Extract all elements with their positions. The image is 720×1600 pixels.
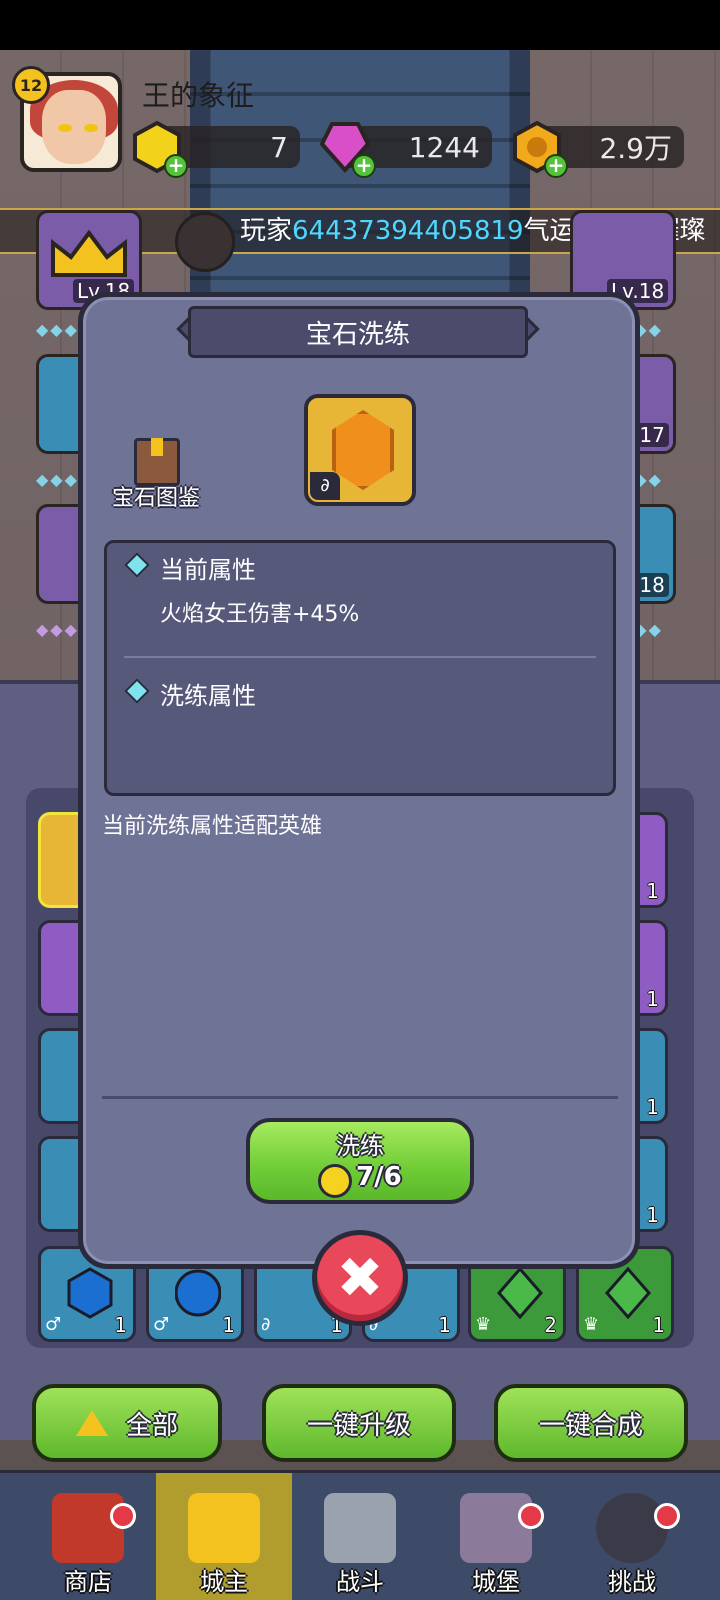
current-attr-title: 当前属性 (160, 556, 256, 584)
close-icon: ✖ (336, 1245, 384, 1311)
add-coin-icon[interactable]: + (544, 154, 568, 178)
close-button[interactable]: ✖ (312, 1230, 408, 1326)
notification-dot (518, 1503, 544, 1529)
avatar-eye (84, 124, 98, 132)
gem-count: 2 (544, 1313, 557, 1337)
gem-count: 1 (438, 1313, 451, 1337)
nav-shop[interactable]: 商店 (20, 1473, 156, 1600)
star-diamonds: ◆◆◆ (36, 470, 79, 489)
filter-all-label: 全部 (125, 1410, 178, 1441)
refine-cost: 7/6 (356, 1162, 402, 1192)
nav-castle[interactable]: 城堡 (428, 1473, 564, 1600)
current-attr-value: 火焰女王伤害+45% (160, 602, 360, 627)
filter-all-button[interactable]: 全部 (32, 1384, 222, 1462)
add-pink-gem-icon[interactable]: + (352, 154, 376, 178)
nav-label: 挑战 (608, 1568, 656, 1596)
coin-icon[interactable]: + (510, 120, 568, 178)
orange-gem-icon (332, 410, 394, 490)
gem-count: 1 (646, 879, 659, 903)
gem-count: 1 (652, 1313, 665, 1337)
nav-label: 城主 (200, 1568, 248, 1596)
adapt-hero-text: 当前洗练属性适配英雄 (102, 814, 323, 839)
refine-currency-icon (318, 1164, 352, 1198)
nav-challenge[interactable]: 挑战 (564, 1473, 700, 1600)
gem-type-symbol: ♛ (475, 1314, 492, 1335)
gem-codex-label[interactable]: 宝石图鉴 (112, 480, 200, 512)
nav-lord[interactable]: 城主 (156, 1473, 292, 1600)
selected-gem-slot[interactable]: ∂ (304, 394, 416, 506)
gem-type-symbol: ♛ (583, 1314, 600, 1335)
gem-type-symbol: ∂ (261, 1314, 271, 1335)
crown-icon (188, 1493, 260, 1563)
gold-gem-icon[interactable]: + (130, 120, 188, 178)
gem-codex-icon[interactable] (134, 438, 180, 486)
ticker-player-id: 64437394405819 (292, 216, 524, 246)
player-name: 王的象征 (142, 79, 255, 112)
merge-all-button[interactable]: 一键合成 (494, 1384, 688, 1462)
nav-label: 战斗 (336, 1568, 384, 1596)
status-bar (0, 0, 720, 50)
gem-count: 1 (646, 1203, 659, 1227)
refine-attr-title: 洗练属性 (160, 682, 256, 710)
nav-label: 商店 (64, 1568, 112, 1596)
notification-dot (654, 1503, 680, 1529)
notification-dot (110, 1503, 136, 1529)
dialog-title: 宝石洗练 (188, 306, 528, 358)
level-badge: 12 (12, 66, 50, 104)
star-diamonds: ◆◆◆ (36, 320, 79, 339)
refine-button[interactable]: 洗练 7/6 (246, 1118, 474, 1204)
castle-icon (460, 1493, 532, 1563)
star-diamonds: ◆◆◆ (36, 620, 79, 639)
upgrade-all-button[interactable]: 一键升级 (262, 1384, 456, 1462)
pink-gem-icon[interactable]: + (318, 120, 376, 178)
avatar-eye (58, 124, 72, 132)
refine-button-label: 洗练 (336, 1132, 384, 1160)
dialog-divider (102, 1096, 618, 1099)
gem-count: 1 (646, 987, 659, 1011)
gem-type-symbol: ♂ (153, 1314, 170, 1335)
gem-type-icon: ∂ (310, 472, 340, 500)
nav-battle[interactable]: 战斗 (292, 1473, 428, 1600)
scroll-icon (175, 212, 235, 272)
attr-divider (124, 656, 596, 658)
gem-count: 1 (646, 1095, 659, 1119)
gem-count: 1 (222, 1313, 235, 1337)
demon-icon (596, 1493, 668, 1563)
add-gold-gem-icon[interactable]: + (164, 154, 188, 178)
triangle-icon (75, 1410, 108, 1436)
swords-icon (324, 1493, 396, 1563)
shop-icon (52, 1493, 124, 1563)
gem-type-symbol: ♂ (45, 1314, 62, 1335)
bottom-nav: 商店 城主 战斗 城堡 挑战 (0, 1470, 720, 1600)
ticker-prefix: 玩家 (240, 216, 293, 246)
nav-label: 城堡 (472, 1568, 520, 1596)
gem-count: 1 (114, 1313, 127, 1337)
